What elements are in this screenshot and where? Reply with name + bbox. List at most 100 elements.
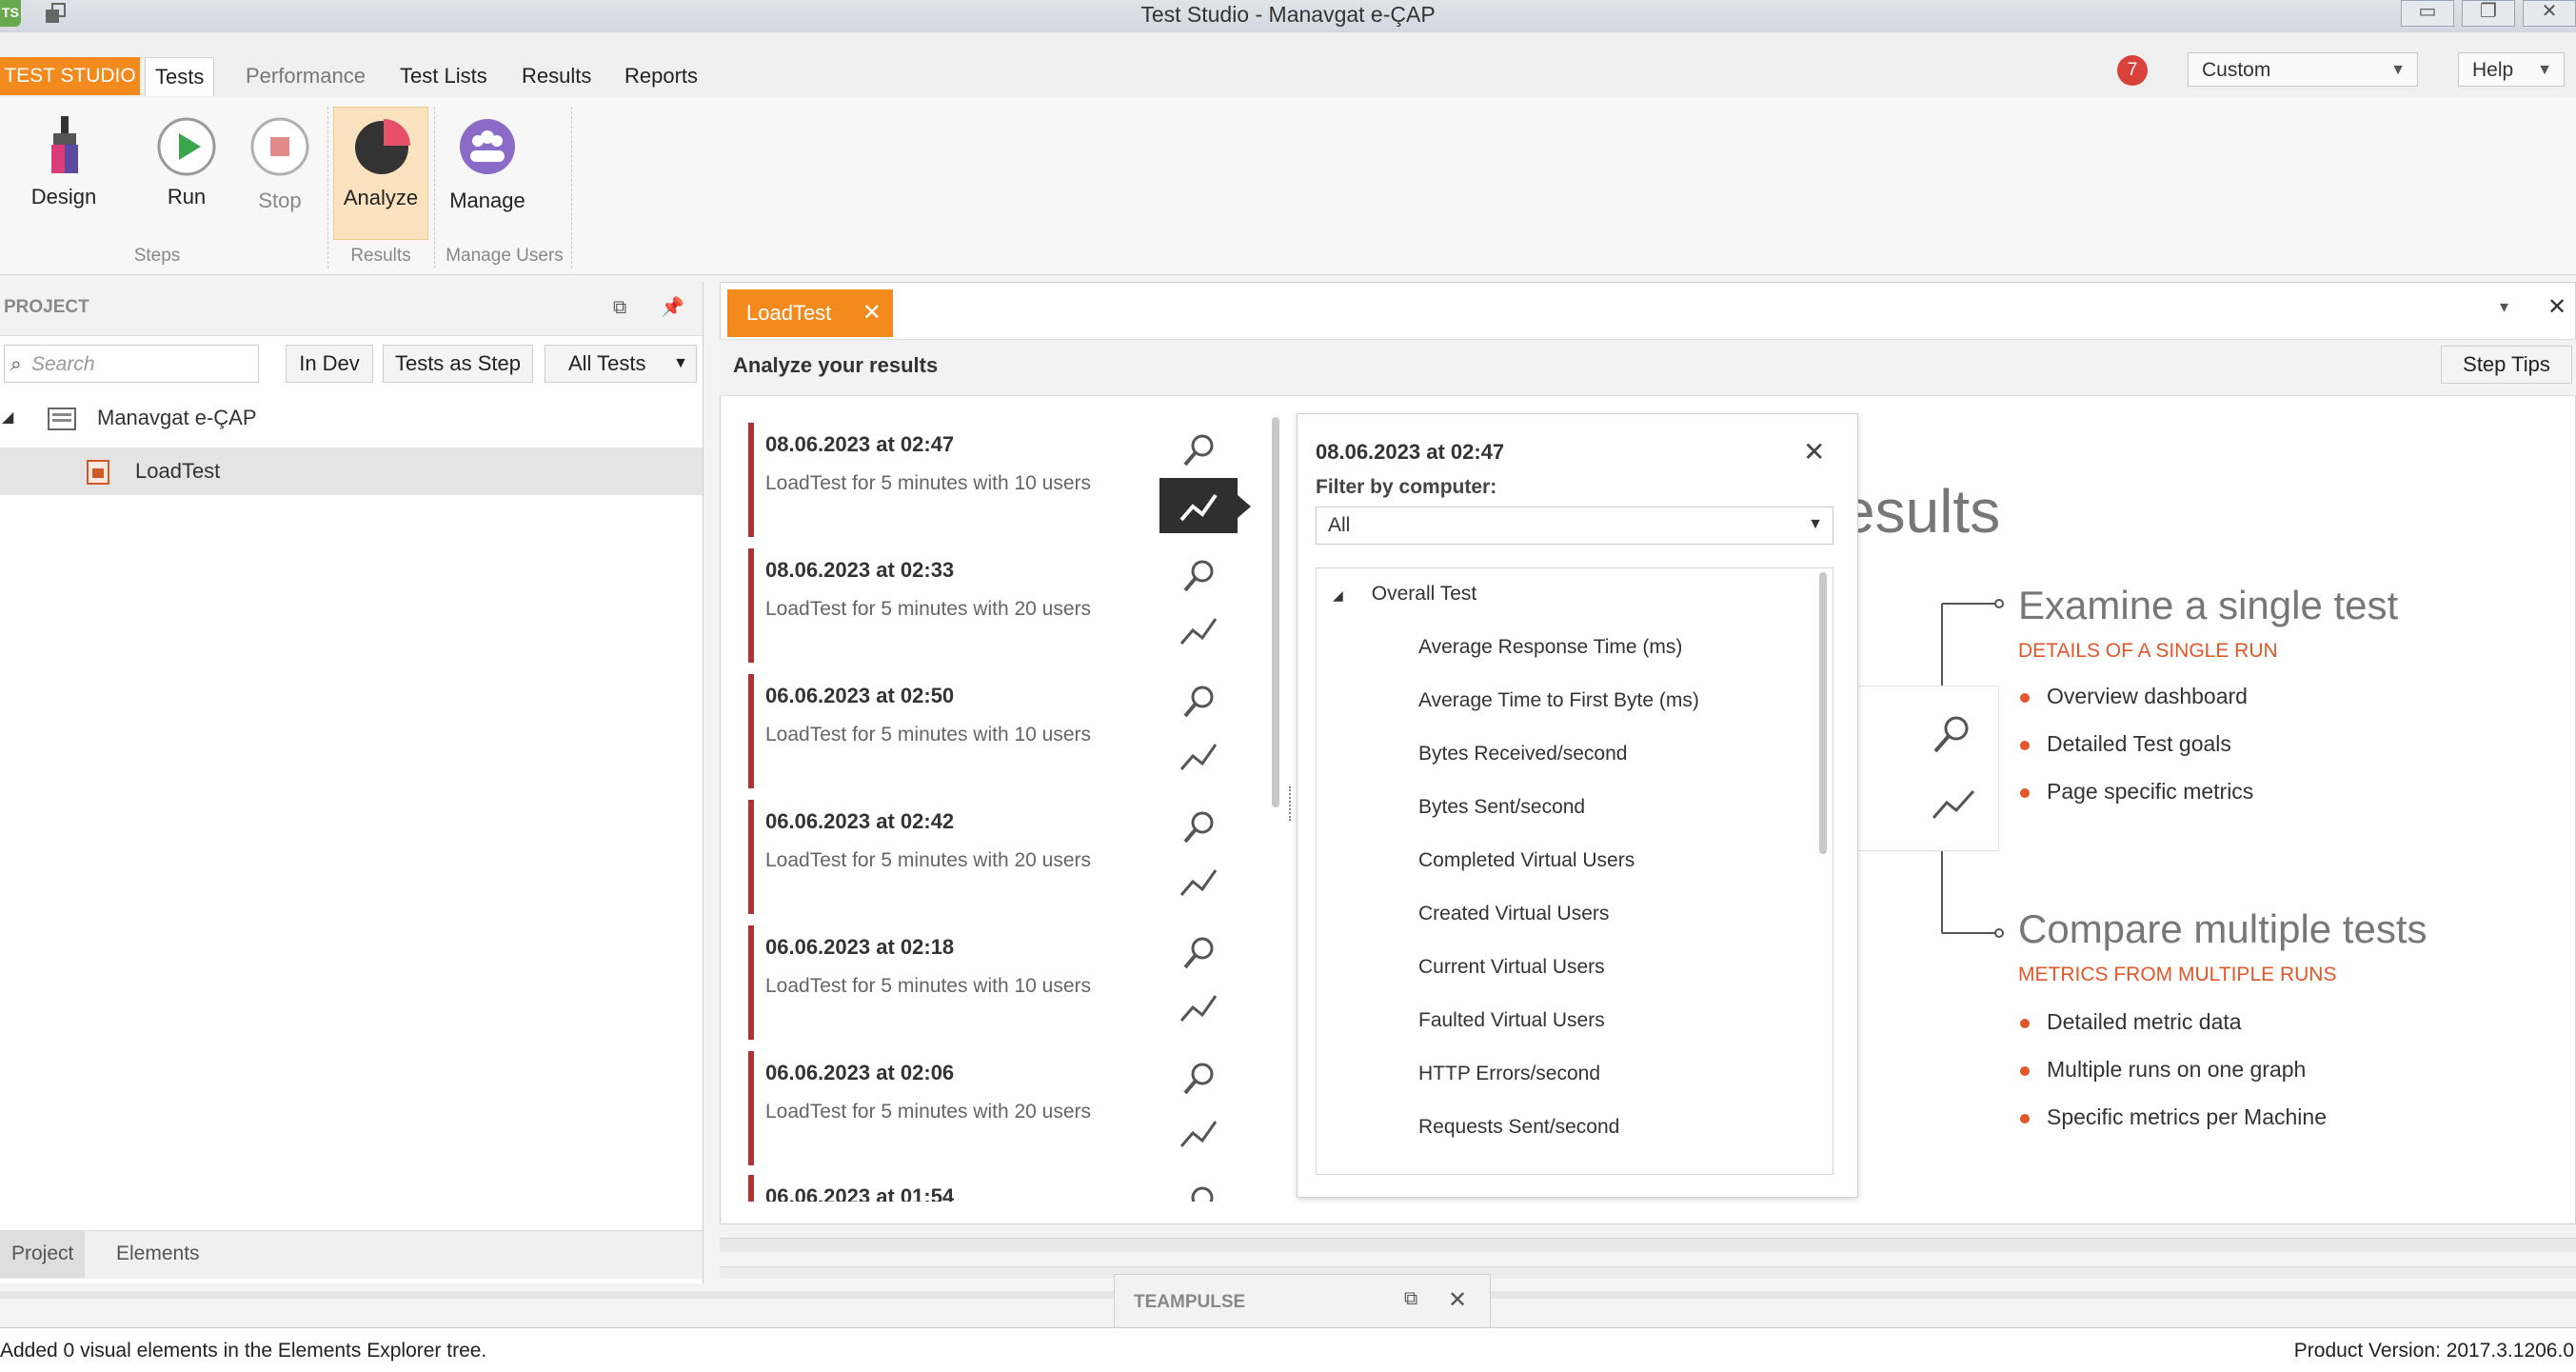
- design-icon: [51, 116, 78, 173]
- compare-run-button[interactable]: [1159, 478, 1238, 533]
- product-version: Product Version: 2017.3.1206.0: [2293, 1340, 2574, 1362]
- in-dev-button[interactable]: In Dev: [286, 345, 373, 383]
- compare-run-button[interactable]: [1159, 855, 1238, 910]
- compare-run-button[interactable]: [1159, 1106, 1238, 1162]
- chevron-down-icon: ▼: [2390, 62, 2406, 78]
- metric-item[interactable]: HTTP Errors/second: [1418, 1063, 1600, 1085]
- compare-run-button[interactable]: [1159, 604, 1238, 659]
- run-summary: LoadTest for 5 minutes with 10 users: [765, 724, 1092, 746]
- popup-title: 08.06.2023 at 02:47: [1316, 440, 1505, 464]
- collapse-icon[interactable]: ◢: [1333, 587, 1343, 603]
- close-icon[interactable]: ✕: [1448, 1286, 1467, 1314]
- pin-icon[interactable]: 📌: [661, 295, 684, 319]
- examine-run-button[interactable]: [1159, 1051, 1238, 1106]
- examine-run-button[interactable]: [1159, 548, 1238, 604]
- tree-test-label: LoadTest: [135, 459, 221, 483]
- stop-label: Stop: [258, 189, 302, 212]
- bullet-text: Overview dashboard: [2047, 684, 2248, 708]
- run-label: Run: [167, 185, 207, 209]
- examine-run-button[interactable]: [1159, 800, 1238, 855]
- teampulse-title: TEAMPULSE: [1134, 1292, 1246, 1312]
- status-bar: Added 0 visual elements in the Elements …: [0, 1327, 2576, 1372]
- analyze-button[interactable]: Analyze: [333, 107, 428, 240]
- selected-arrow-icon: [1238, 495, 1251, 518]
- examine-run-button[interactable]: [1159, 423, 1238, 478]
- tab-performance[interactable]: Performance: [236, 57, 375, 95]
- step-tips-button[interactable]: Step Tips: [2441, 346, 2572, 384]
- chevron-down-icon: ▼: [1808, 516, 1823, 532]
- window-title: Test Studio - Manavgat e-ÇAP: [1140, 2, 1436, 27]
- magnifier-icon: [1183, 560, 1214, 592]
- run-button[interactable]: Run: [145, 107, 228, 240]
- run-list-scrollbar[interactable]: [1272, 417, 1279, 807]
- restore-button[interactable]: ❐: [2462, 0, 2515, 27]
- float-icon[interactable]: ⧉: [1404, 1288, 1417, 1310]
- computer-filter-select[interactable]: All ▼: [1316, 507, 1833, 545]
- bullet-text: Detailed Test goals: [2047, 731, 2231, 756]
- tab-results[interactable]: Results: [512, 57, 601, 95]
- metric-item[interactable]: Completed Virtual Users: [1418, 849, 1635, 872]
- popup-close-icon[interactable]: ✕: [1803, 436, 1825, 467]
- stop-button[interactable]: Stop: [238, 107, 322, 240]
- document-tab-loadtest[interactable]: LoadTest ✕: [727, 289, 893, 337]
- compare-run-button[interactable]: [1159, 981, 1238, 1036]
- collapse-icon[interactable]: ◢: [2, 394, 13, 442]
- splitter-handle[interactable]: [1289, 786, 1297, 821]
- tab-tests[interactable]: Tests: [145, 57, 215, 96]
- manage-button[interactable]: Manage: [442, 107, 533, 240]
- compare-run-button[interactable]: [1159, 729, 1238, 785]
- metric-item[interactable]: Current Virtual Users: [1418, 956, 1605, 979]
- results-heading-partial: esults: [1841, 477, 2001, 546]
- design-button[interactable]: Design: [21, 107, 107, 240]
- bullet-text: Detailed metric data: [2047, 1009, 2242, 1034]
- run-summary: LoadTest for 5 minutes with 10 users: [765, 472, 1092, 494]
- group-results: Results: [350, 246, 411, 266]
- tab-project[interactable]: Project: [0, 1230, 86, 1278]
- tests-filter-combo[interactable]: All Tests ▼: [545, 345, 697, 383]
- run-date: 06.06.2023 at 02:06: [765, 1061, 955, 1084]
- float-icon[interactable]: ⧉: [613, 297, 626, 319]
- metric-item[interactable]: Faulted Virtual Users: [1418, 1009, 1605, 1032]
- metric-item[interactable]: Bytes Sent/second: [1418, 796, 1585, 819]
- examine-run-button[interactable]: [1159, 674, 1238, 729]
- close-window-button[interactable]: ✕: [2523, 0, 2576, 27]
- tree-node-loadtest[interactable]: LoadTest: [0, 447, 703, 495]
- close-document-icon[interactable]: ✕: [2547, 293, 2566, 321]
- metric-item[interactable]: Requests Sent/second: [1418, 1116, 1619, 1139]
- metric-tree-scrollbar[interactable]: [1819, 572, 1827, 854]
- notification-badge[interactable]: 7: [2117, 55, 2148, 86]
- metric-item[interactable]: Created Virtual Users: [1418, 903, 1609, 925]
- metric-item[interactable]: Bytes Received/second: [1418, 743, 1627, 766]
- tab-reports[interactable]: Reports: [615, 57, 707, 95]
- examine-run-button[interactable]: [1159, 925, 1238, 981]
- magnifier-icon: [1183, 1063, 1214, 1095]
- multiple-bullet: Detailed metric data: [2020, 1009, 2242, 1035]
- tree-node-overall-test[interactable]: ◢ Overall Test: [1333, 583, 1476, 606]
- tab-elements[interactable]: Elements: [105, 1230, 211, 1278]
- teampulse-header: TEAMPULSE ⧉ ✕: [1115, 1275, 1490, 1328]
- magnifier-icon: [1183, 686, 1214, 718]
- pie-chart-icon: [355, 119, 410, 174]
- examine-run-button[interactable]: [1159, 1175, 1238, 1202]
- tests-as-step-button[interactable]: Tests as Step: [383, 345, 533, 383]
- trend-line-icon: [1179, 618, 1218, 645]
- title-bar: TS Test Studio - Manavgat e-ÇAP ▭ ❐ ✕: [0, 0, 2576, 32]
- metric-item[interactable]: Average Time to First Byte (ms): [1418, 689, 1699, 712]
- users-icon: [460, 119, 515, 174]
- design-label: Design: [30, 185, 97, 209]
- layout-combo[interactable]: Custom ▼: [2188, 52, 2418, 87]
- brand-tab[interactable]: TEST STUDIO: [0, 57, 140, 95]
- status-message: Added 0 visual elements in the Elements …: [0, 1340, 487, 1362]
- tab-list-icon[interactable]: ▾: [2500, 297, 2508, 317]
- horizontal-scrollbar[interactable]: [720, 1238, 2576, 1252]
- run-item-marker: [748, 925, 754, 1040]
- help-combo[interactable]: Help ▼: [2458, 52, 2565, 87]
- minimize-button[interactable]: ▭: [2401, 0, 2454, 27]
- close-icon[interactable]: ✕: [862, 289, 882, 337]
- search-input[interactable]: ⌕ Search: [4, 345, 259, 383]
- run-date: 06.06.2023 at 02:50: [765, 684, 955, 707]
- manage-label: Manage: [449, 189, 525, 212]
- tree-node-project[interactable]: ◢ Manavgat e-ÇAP: [0, 394, 703, 442]
- tab-test-lists[interactable]: Test Lists: [390, 57, 497, 95]
- metric-item[interactable]: Average Response Time (ms): [1418, 636, 1682, 659]
